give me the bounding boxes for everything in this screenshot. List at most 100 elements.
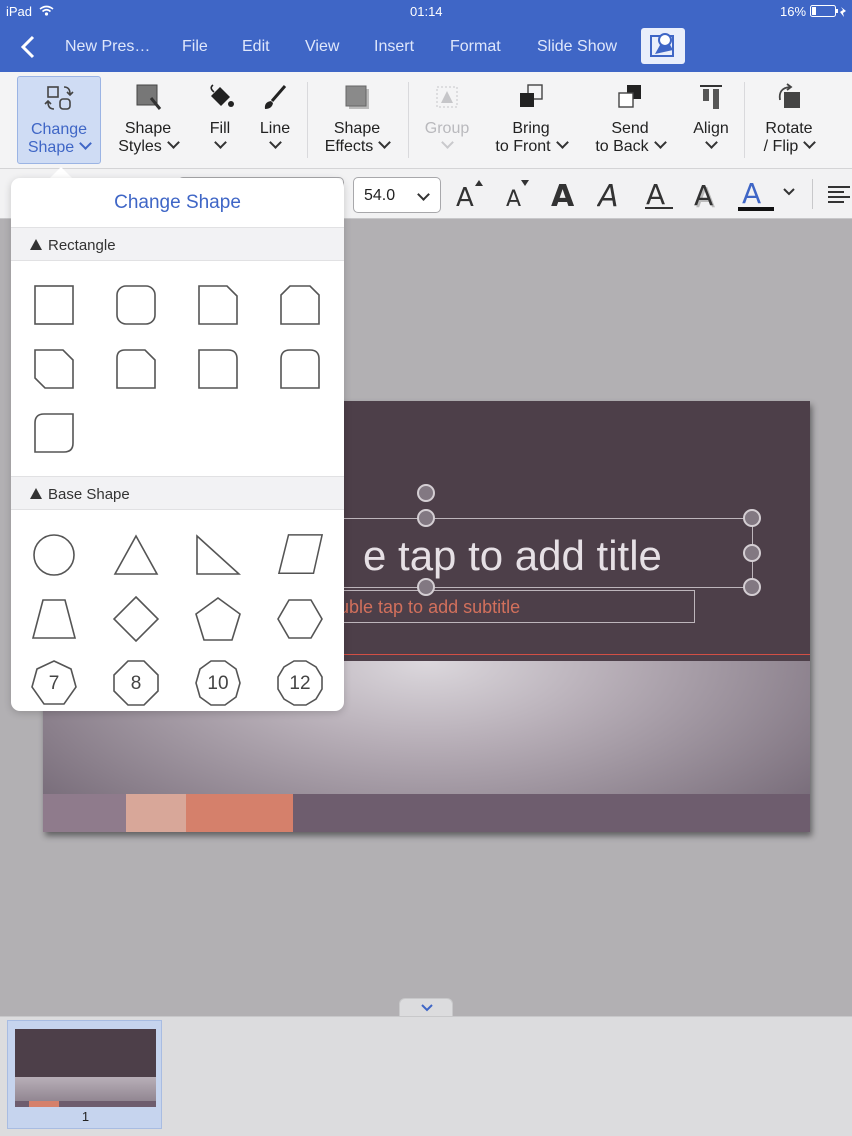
round-same-side-shape-icon[interactable] [277,346,323,392]
align-left-icon[interactable] [826,185,852,205]
send-to-back-icon [618,85,641,108]
fill-button[interactable]: Fill [200,76,240,164]
chevron-down-icon [440,136,454,149]
line-button[interactable]: Line [254,76,296,164]
snip-single-corner-shape-icon[interactable] [195,282,241,328]
shape-styles-icon [136,84,162,110]
dodecagon-shape-icon[interactable]: 12 [277,660,323,706]
svg-text:A: A [694,179,713,211]
group-icon [436,86,458,108]
triangle-shape-icon[interactable] [113,532,159,578]
shape-effects-button[interactable]: Shape Effects [318,76,396,164]
rotate-icon [778,83,800,108]
bold-icon[interactable]: A [550,175,580,211]
slide-thumbnail[interactable]: 1 [7,1020,162,1129]
font-size-value: 54.0 [364,187,396,204]
diamond-shape-icon[interactable] [113,596,159,642]
rotation-handle[interactable] [417,484,435,502]
oval-shape-icon[interactable] [31,532,77,578]
heptagon-shape-icon[interactable]: 7 [31,660,77,706]
chevron-down-icon [555,136,569,149]
svg-text:A: A [742,177,761,210]
ribbon-divider [307,82,308,158]
pentagon-shape-icon[interactable] [195,596,241,642]
menu-format[interactable]: Format [450,38,501,56]
chevron-down-icon [213,136,227,149]
bring-to-front-icon [520,84,543,107]
hexagon-shape-icon[interactable] [277,596,323,642]
menu-view[interactable]: View [305,38,339,56]
svg-text:A: A [551,179,575,211]
slide-thumbnail-preview [15,1029,156,1107]
status-bar: iPad 01:14 16% [0,0,852,22]
section-label: Base Shape [48,486,130,503]
italic-icon[interactable]: A [597,175,627,211]
change-shape-button[interactable]: Change Shape [17,76,101,164]
decrease-font-icon[interactable]: A [505,175,535,211]
resize-handle-bottom-right[interactable] [743,578,761,596]
document-title[interactable]: New Pres… [65,38,150,56]
increase-font-icon[interactable]: A [455,175,485,211]
fill-label: Fill [209,120,231,137]
svg-text:A: A [597,179,619,211]
align-icon [700,85,722,109]
rotate-flip-label-1: Rotate [765,120,813,137]
rotate-flip-button[interactable]: Rotate / Flip [756,76,822,164]
font-color-icon[interactable]: A [738,175,774,215]
bring-to-front-button[interactable]: Bring to Front [491,76,571,164]
svg-text:A: A [646,178,665,211]
change-shape-popover: Change Shape Rectangle Base Shape 7 8 10… [11,178,344,711]
ribbon-divider [408,82,409,158]
title-placeholder-text[interactable]: e tap to add title [363,532,662,580]
subtitle-placeholder-text[interactable]: uble tap to add subtitle [339,597,520,618]
chevron-down-icon [421,1004,433,1012]
octagon-shape-icon[interactable]: 8 [113,660,159,706]
font-size-select[interactable]: 54.0 [353,177,441,213]
chevron-down-icon [417,188,430,201]
thumbnail-panel-toggle[interactable] [399,998,453,1016]
trapezoid-shape-icon[interactable] [31,596,77,642]
round-single-corner-shape-icon[interactable] [195,346,241,392]
back-arrow-icon[interactable] [18,34,38,60]
rounded-rectangle-shape-icon[interactable] [113,282,159,328]
section-header-rectangle[interactable]: Rectangle [11,227,344,261]
bring-to-front-label-1: Bring [512,120,550,137]
resize-handle-top[interactable] [417,509,435,527]
section-header-base-shape[interactable]: Base Shape [11,476,344,510]
collapse-triangle-icon [30,488,42,499]
heptagon-label: 7 [48,673,60,694]
menu-insert[interactable]: Insert [374,38,414,56]
resize-handle-bottom[interactable] [417,578,435,596]
clock: 01:14 [410,4,443,19]
battery-percent: 16% [780,4,807,19]
send-to-back-button[interactable]: Send to Back [590,76,670,164]
round-diagonal-shape-icon[interactable] [31,410,77,456]
menu-file[interactable]: File [182,38,208,56]
chevron-down-icon [166,136,180,149]
bring-to-front-label-2: to Front [495,138,551,155]
menu-edit[interactable]: Edit [242,38,270,56]
menu-slide-show[interactable]: Slide Show [537,38,617,56]
collapse-triangle-icon [30,239,42,250]
snip-diagonal-shape-icon[interactable] [31,346,77,392]
svg-text:A: A [456,183,474,211]
resize-handle-top-right[interactable] [743,509,761,527]
chevron-down-icon[interactable] [782,187,796,197]
rectangle-shape-icon[interactable] [31,282,77,328]
underline-icon[interactable]: A [644,175,674,211]
snip-same-side-shape-icon[interactable] [277,282,323,328]
device-label: iPad [6,4,33,19]
shape-effects-label-2: Effects [324,138,374,155]
parallelogram-shape-icon[interactable] [277,532,323,578]
drawing-tools-tab[interactable] [641,28,685,64]
line-label: Line [259,120,291,137]
snip-round-corner-shape-icon[interactable] [113,346,159,392]
right-triangle-shape-icon[interactable] [195,532,241,578]
shape-styles-button[interactable]: Shape Styles [112,76,184,164]
group-button[interactable]: Group [420,76,474,164]
align-button[interactable]: Align [688,76,734,164]
text-shadow-icon[interactable]: AA [693,175,723,211]
octagon-label: 8 [130,673,142,694]
resize-handle-right[interactable] [743,544,761,562]
decagon-shape-icon[interactable]: 10 [195,660,241,706]
